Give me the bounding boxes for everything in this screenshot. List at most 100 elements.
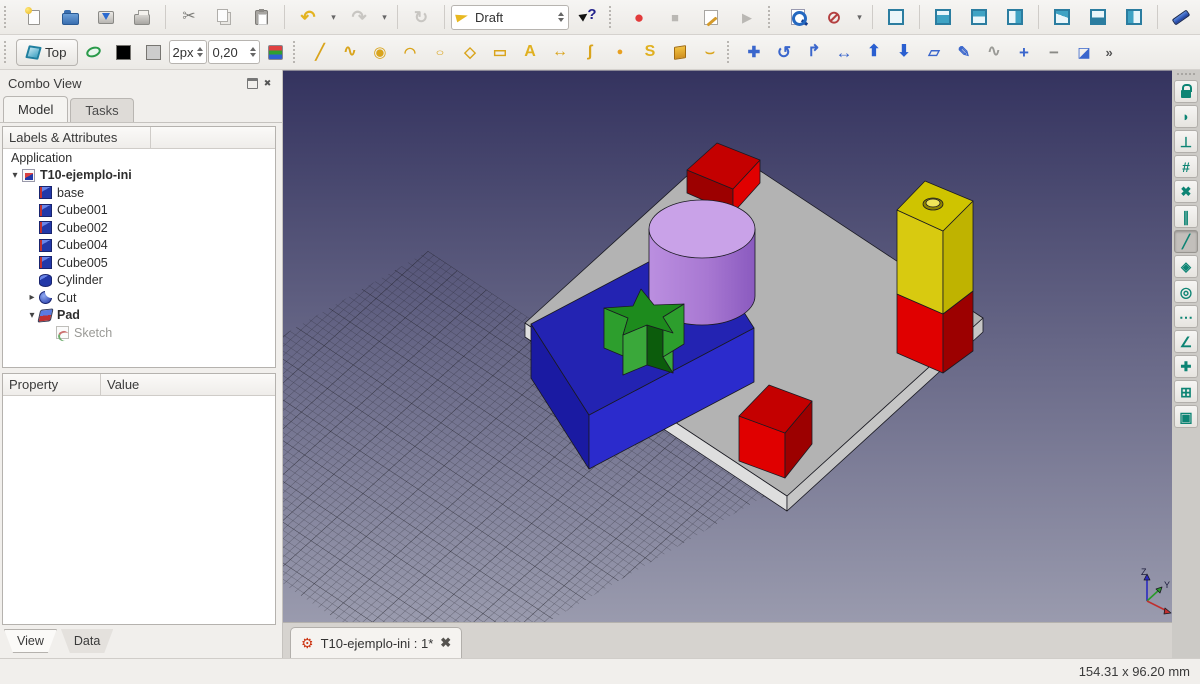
snap-endpoint-button[interactable]: ◗: [1174, 105, 1198, 128]
draft-dimension-button[interactable]: ↔: [545, 38, 574, 66]
draft-text-button[interactable]: A: [515, 38, 544, 66]
draft-polygon-button[interactable]: ◇: [455, 38, 484, 66]
snap-dimensions-button[interactable]: ⋯: [1174, 305, 1198, 328]
draft-wire-button[interactable]: ∿: [335, 38, 364, 66]
toolbar-grip[interactable]: [293, 41, 300, 63]
redo-button[interactable]: ↷: [342, 3, 376, 31]
view-rear-button[interactable]: [1045, 3, 1079, 31]
macro-stop-button[interactable]: ■: [658, 3, 692, 31]
copy-button[interactable]: [208, 3, 242, 31]
cut-button[interactable]: ✂: [172, 3, 206, 31]
macro-record-button[interactable]: ●: [622, 3, 656, 31]
draft-move-button[interactable]: ✚: [739, 38, 768, 66]
tree-item-application[interactable]: Application: [3, 149, 275, 167]
tab-tasks[interactable]: Tasks: [70, 98, 133, 122]
draw-style-button[interactable]: ⊘: [817, 3, 851, 31]
tree-item-cylinder[interactable]: Cylinder: [3, 272, 275, 290]
paste-button[interactable]: [244, 3, 278, 31]
apply-style-button[interactable]: [261, 38, 290, 66]
workbench-selector[interactable]: Draft: [451, 5, 569, 30]
draft-scale-button[interactable]: ▱: [919, 38, 948, 66]
face-color-button[interactable]: [139, 38, 168, 66]
close-panel-icon[interactable]: ✖: [261, 77, 274, 90]
toolbar-overflow[interactable]: »: [1105, 45, 1112, 60]
snap-working-plane-button[interactable]: ⊞: [1174, 380, 1198, 403]
tree-expander-icon[interactable]: ▸: [25, 292, 39, 303]
text-scale-spinbox[interactable]: 0,20: [208, 40, 260, 64]
tree-expander-icon[interactable]: ▾: [25, 310, 39, 321]
draft-rectangle-button[interactable]: ▭: [485, 38, 514, 66]
working-plane-proxy-button[interactable]: [79, 38, 108, 66]
snap-special-button[interactable]: ◈: [1174, 255, 1198, 278]
macro-edit-button[interactable]: [694, 3, 728, 31]
refresh-button[interactable]: ↻: [404, 3, 438, 31]
view-front-button[interactable]: [926, 3, 960, 31]
tab-view[interactable]: View: [4, 629, 57, 653]
draft-facebinder-button[interactable]: [665, 38, 694, 66]
tree-item-sketch[interactable]: Sketch: [3, 324, 275, 342]
measure-distance-button[interactable]: [1164, 3, 1198, 31]
line-width-spinbox[interactable]: 2px: [169, 40, 208, 64]
draft-line-button[interactable]: ╱: [305, 38, 334, 66]
draft-bspline-button[interactable]: ʃ: [575, 38, 604, 66]
draft-rotate-button[interactable]: ↺: [769, 38, 798, 66]
draw-style-menu-button[interactable]: ▾: [853, 3, 866, 31]
fit-all-button[interactable]: [781, 3, 815, 31]
view-axonometric-button[interactable]: [879, 3, 913, 31]
yellow-red-stack[interactable]: [897, 181, 973, 373]
3d-viewport[interactable]: Z Y X: [283, 70, 1172, 622]
whats-this-button[interactable]: [571, 3, 605, 31]
toolbar-grip[interactable]: [4, 6, 11, 28]
draft-arc-button[interactable]: ◠: [395, 38, 424, 66]
draft-wire-to-bspline-button[interactable]: ∿: [979, 38, 1008, 66]
tree-item-base[interactable]: base: [3, 184, 275, 202]
tree-item-cube005[interactable]: Cube005: [3, 254, 275, 272]
open-document-button[interactable]: [53, 3, 87, 31]
view-bottom-button[interactable]: [1081, 3, 1115, 31]
toolbar-grip[interactable]: [768, 6, 775, 28]
snap-angle-button[interactable]: ∠: [1174, 330, 1198, 353]
draft-edit-button[interactable]: ✎: [949, 38, 978, 66]
document-tab[interactable]: ⚙ T10-ejemplo-ini : 1* ✖: [290, 627, 462, 658]
snap-center-button[interactable]: ◎: [1174, 280, 1198, 303]
print-button[interactable]: [125, 3, 159, 31]
toolbar-grip[interactable]: [609, 6, 616, 28]
line-color-button[interactable]: [109, 38, 138, 66]
snap-ortho-button[interactable]: ✚: [1174, 355, 1198, 378]
snap-grid-button[interactable]: #: [1174, 155, 1198, 178]
draft-ellipse-button[interactable]: ○: [425, 38, 454, 66]
spin-arrows[interactable]: [558, 12, 564, 22]
tree-item-cube001[interactable]: Cube001: [3, 202, 275, 220]
draft-offset-button[interactable]: ↱: [799, 38, 828, 66]
draft-del-point-button[interactable]: −: [1039, 38, 1068, 66]
macro-execute-button[interactable]: ▶: [730, 3, 764, 31]
toolbar-grip[interactable]: [1177, 73, 1195, 78]
current-working-plane-button[interactable]: Top: [16, 39, 78, 66]
draft-upgrade-button[interactable]: ⬆: [859, 38, 888, 66]
toolbar-grip[interactable]: [4, 41, 11, 63]
tree-item-cut[interactable]: ▸Cut: [3, 289, 275, 307]
snap-lock-button[interactable]: [1174, 80, 1198, 103]
draft-downgrade-button[interactable]: ⬇: [889, 38, 918, 66]
draft-shapestring-button[interactable]: S: [635, 38, 664, 66]
snap-perpendicular-button[interactable]: ⊥: [1174, 130, 1198, 153]
document-tab-close-icon[interactable]: ✖: [440, 635, 451, 651]
tree-expander-icon[interactable]: ▾: [8, 170, 22, 181]
tree-item-cube002[interactable]: Cube002: [3, 219, 275, 237]
draft-point-button[interactable]: ●: [605, 38, 634, 66]
draft-to-sketch-button[interactable]: ◪: [1069, 38, 1098, 66]
spin-arrows[interactable]: [250, 47, 256, 57]
tree-item-t10-ejemplo-ini[interactable]: ▾T10-ejemplo-ini: [3, 167, 275, 185]
draft-bezcurve-button[interactable]: ⌣: [695, 38, 724, 66]
new-document-button[interactable]: [17, 3, 51, 31]
spin-arrows[interactable]: [197, 47, 203, 57]
toolbar-grip[interactable]: [727, 41, 734, 63]
tree-item-pad[interactable]: ▾Pad: [3, 307, 275, 325]
view-right-button[interactable]: [998, 3, 1032, 31]
tab-model[interactable]: Model: [3, 96, 68, 122]
view-top-button[interactable]: [962, 3, 996, 31]
float-panel-icon[interactable]: [247, 78, 258, 89]
redo-menu-button[interactable]: ▾: [378, 3, 391, 31]
toggle-grid-button[interactable]: ▣: [1174, 405, 1198, 428]
tab-data[interactable]: Data: [61, 629, 113, 653]
